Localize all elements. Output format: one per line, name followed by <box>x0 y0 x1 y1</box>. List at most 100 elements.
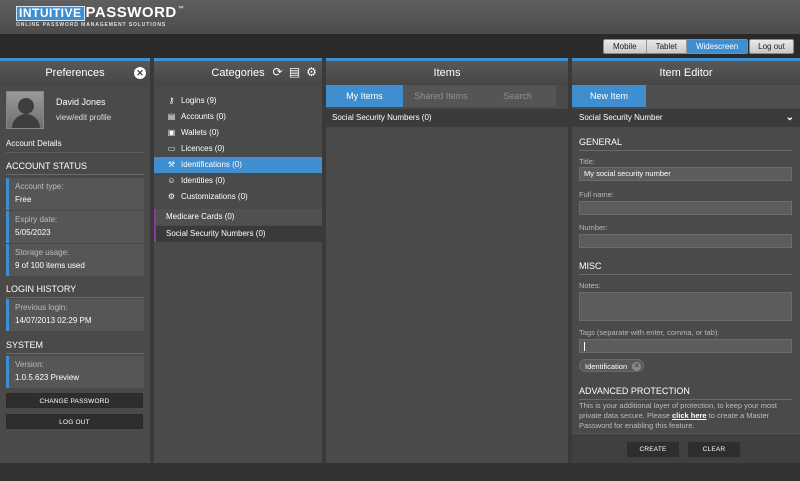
editor-title-bar: Item Editor <box>572 61 800 85</box>
app-header: INTUITIVE PASSWORD ™ ONLINE PASSWORD MAN… <box>0 0 800 34</box>
notes-label: Notes: <box>579 281 601 290</box>
items-title: Items <box>433 67 461 79</box>
category-licences[interactable]: ▭ Licences (0) <box>154 141 322 157</box>
full-name-label: Full name: <box>579 190 615 199</box>
title-label: Title: <box>579 157 595 166</box>
avatar[interactable] <box>6 91 44 129</box>
item-editor-panel: Item Editor New Item Social Security Num… <box>572 58 800 463</box>
items-tabs: My Items Shared Items Search <box>326 85 556 107</box>
notes-field[interactable] <box>579 292 792 321</box>
preferences-title-bar: Preferences ✕ <box>0 61 150 85</box>
storage-value: 9 of 100 items used <box>15 261 85 270</box>
number-field[interactable] <box>579 234 792 248</box>
create-button[interactable]: CREATE <box>627 442 679 457</box>
categories-title: Categories <box>211 67 265 79</box>
list-item[interactable]: Social Security Numbers (0) <box>326 109 568 127</box>
user-profile: David Jones view/edit profile <box>6 91 111 129</box>
expiry-label: Expiry date: <box>15 215 58 224</box>
category-label: Logins (9) <box>181 96 217 105</box>
category-list: ⚷ Logins (9) ▤ Accounts (0) ▣ Wallets (0… <box>154 93 322 205</box>
category-label: Identifications (0) <box>181 160 242 169</box>
logo-tm: ™ <box>177 6 184 12</box>
book-icon: ▤ <box>167 112 176 121</box>
category-label: Identities (0) <box>181 176 226 185</box>
number-label: Number: <box>579 223 608 232</box>
remove-tag-icon[interactable]: ✕ <box>632 362 642 371</box>
category-label: Customizations (0) <box>181 192 248 201</box>
editor-footer: CREATE CLEAR <box>572 433 800 463</box>
master-password-link[interactable]: click here <box>672 411 707 420</box>
item-type-value: Social Security Number <box>579 113 663 122</box>
version-value: 1.0.5.623 Preview <box>15 373 80 382</box>
title-field[interactable]: My social security number <box>579 167 792 181</box>
expiry-value: 5/05/2023 <box>15 228 51 237</box>
login-history-heading: LOGIN HISTORY <box>6 284 144 298</box>
general-heading: GENERAL <box>579 137 792 151</box>
card-icon: ▭ <box>167 144 176 153</box>
wallet-icon: ▣ <box>167 128 176 137</box>
log-out-button[interactable]: LOG OUT <box>6 414 143 429</box>
subcategory-medicare-cards[interactable]: Medicare Cards (0) <box>154 209 322 225</box>
advanced-protection-description: This is your additional layer of protect… <box>579 401 778 430</box>
subcategory-social-security-numbers[interactable]: Social Security Numbers (0) <box>154 226 322 242</box>
change-password-button[interactable]: CHANGE PASSWORD <box>6 393 143 408</box>
tags-input[interactable] <box>579 339 792 353</box>
bottom-bar <box>0 463 800 481</box>
category-label: Licences (0) <box>181 144 225 153</box>
tab-new-item[interactable]: New Item <box>572 85 646 107</box>
misc-heading: MISC <box>579 261 792 275</box>
expiry-box: Expiry date: 5/05/2023 <box>6 211 144 243</box>
refresh-icon[interactable]: ⟳ <box>271 66 284 79</box>
preferences-panel: Preferences ✕ David Jones view/edit prof… <box>0 58 150 463</box>
key-icon: ⚷ <box>168 96 175 105</box>
category-logins[interactable]: ⚷ Logins (9) <box>154 93 322 109</box>
editor-title: Item Editor <box>659 67 713 79</box>
full-name-field[interactable] <box>579 201 792 215</box>
account-type-box: Account type: Free <box>6 178 144 210</box>
book-icon[interactable]: ▤ <box>288 66 301 79</box>
view-widescreen-button[interactable]: Widescreen <box>686 40 748 53</box>
version-box: Version: 1.0.5.623 Preview <box>6 356 144 388</box>
previous-login-label: Previous login: <box>15 303 68 312</box>
logo-tagline: ONLINE PASSWORD MANAGEMENT SOLUTIONS <box>16 22 167 28</box>
storage-label: Storage usage: <box>15 248 70 257</box>
tab-shared-items[interactable]: Shared Items <box>403 85 480 107</box>
subcategory-list: Medicare Cards (0) Social Security Numbe… <box>154 209 322 243</box>
category-identifications[interactable]: ⚒ Identifications (0) <box>154 157 322 173</box>
account-details-link[interactable]: Account Details <box>6 139 144 153</box>
preferences-title: Preferences <box>45 67 105 79</box>
view-mobile-button[interactable]: Mobile <box>604 40 647 53</box>
items-panel: Items My Items Shared Items Search Socia… <box>326 58 568 463</box>
category-accounts[interactable]: ▤ Accounts (0) <box>154 109 322 125</box>
logout-button[interactable]: Log out <box>749 39 794 54</box>
account-type-value: Free <box>15 195 32 204</box>
gear-icon[interactable]: ⚙ <box>305 66 318 79</box>
edit-profile-link[interactable]: view/edit profile <box>56 113 111 122</box>
view-tablet-button[interactable]: Tablet <box>646 40 687 53</box>
app-logo: INTUITIVE PASSWORD ™ ONLINE PASSWORD MAN… <box>16 4 184 28</box>
account-type-label: Account type: <box>15 182 64 191</box>
user-name: David Jones <box>56 97 106 107</box>
category-wallets[interactable]: ▣ Wallets (0) <box>154 125 322 141</box>
storage-box: Storage usage: 9 of 100 items used <box>6 244 144 276</box>
items-title-bar: Items <box>326 61 568 85</box>
tags-label: Tags (separate with enter, comma, or tab… <box>579 328 720 337</box>
category-identities[interactable]: ☺ Identities (0) <box>154 173 322 189</box>
category-label: Wallets (0) <box>181 128 219 137</box>
people-icon: ☺ <box>167 176 176 185</box>
item-type-select[interactable]: Social Security Number ⌄ <box>572 109 800 127</box>
tag-chip: Identification ✕ <box>579 359 645 372</box>
clear-button[interactable]: CLEAR <box>688 442 740 457</box>
categories-panel: Categories ⟳ ▤ ⚙ ⚷ Logins (9) ▤ Accounts… <box>154 58 322 463</box>
top-bar: Mobile Tablet Widescreen Log out <box>0 34 800 58</box>
tab-search[interactable]: Search <box>479 85 556 107</box>
gears-icon: ⚙ <box>167 192 176 201</box>
advanced-protection-heading: ADVANCED PROTECTION <box>579 386 792 400</box>
close-icon[interactable]: ✕ <box>134 67 146 79</box>
logo-part2: PASSWORD <box>85 4 177 21</box>
category-label: Accounts (0) <box>181 112 226 121</box>
view-toggle: Mobile Tablet Widescreen <box>603 39 749 54</box>
category-customizations[interactable]: ⚙ Customizations (0) <box>154 189 322 205</box>
tab-my-items[interactable]: My Items <box>326 85 403 107</box>
chevron-down-icon: ⌄ <box>785 112 794 123</box>
